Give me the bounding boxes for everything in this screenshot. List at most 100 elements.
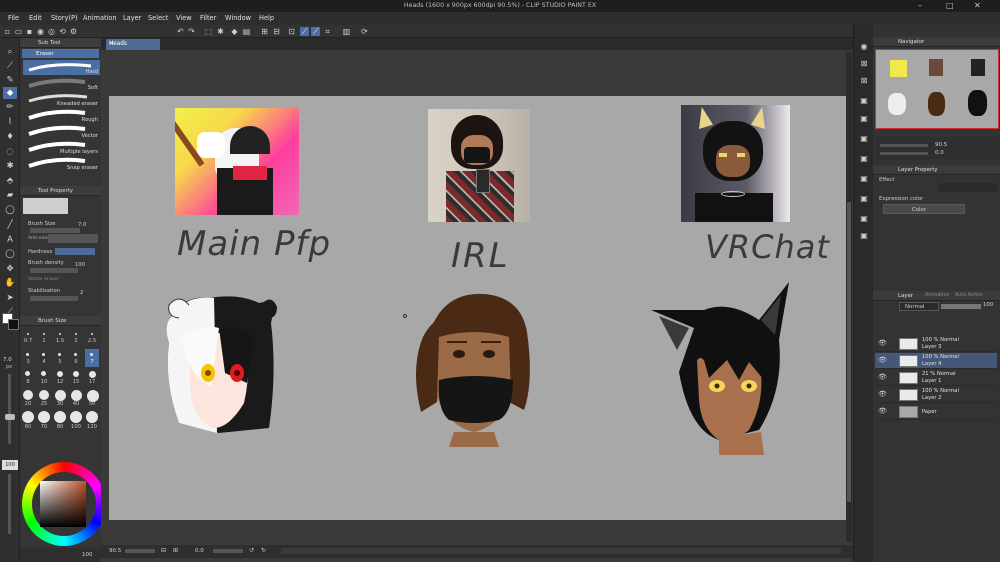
brush-size-option[interactable]: 4	[37, 359, 51, 365]
menu-edit[interactable]: Edit	[29, 14, 42, 22]
brush-size-option[interactable]: 1	[37, 338, 51, 344]
auto-action-tab[interactable]: Auto Action	[955, 293, 983, 298]
brush-tool-icon[interactable]: ⌇	[3, 116, 17, 128]
item-bank-icon[interactable]: ⊠	[858, 75, 870, 86]
brush-size-option[interactable]: 25	[37, 401, 51, 407]
rotate-right-icon[interactable]: ↻	[261, 547, 266, 554]
operation-tool-icon[interactable]: ➤	[3, 292, 17, 304]
visibility-eye-icon[interactable]: 👁	[878, 373, 887, 381]
fill-tool-icon[interactable]: ⬘	[3, 175, 17, 187]
menu-window[interactable]: Window	[225, 14, 251, 22]
brush-kneaded-eraser[interactable]: Kneaded eraser	[23, 92, 100, 107]
deselect-icon[interactable]: ✱	[216, 27, 225, 36]
material-icon-1[interactable]: ▣	[858, 133, 870, 144]
brush-size-option[interactable]: 15	[69, 379, 83, 385]
maximize-icon[interactable]: □	[946, 1, 954, 10]
material-icon-6[interactable]: ▣	[858, 230, 870, 241]
color-saturation-square[interactable]	[40, 481, 86, 527]
brush-size-option[interactable]: 60	[21, 424, 35, 430]
stabilization-bar[interactable]	[30, 296, 78, 301]
brush-size-option[interactable]: 2	[69, 338, 83, 344]
menu-select[interactable]: Select	[148, 14, 168, 22]
zoom-actual-icon[interactable]: ⊞	[173, 547, 178, 554]
menu-animation[interactable]: Animation	[83, 14, 117, 22]
sub-color-swatch[interactable]	[8, 319, 19, 330]
brush-size-bar[interactable]	[30, 228, 80, 233]
layer-row-paper[interactable]: 👁 Paper	[875, 404, 997, 420]
layer-row-selected[interactable]: 👁 100 % Normal Layer 4	[875, 353, 997, 369]
brush-size-slider-handle[interactable]	[5, 414, 15, 420]
snap-special-ruler-icon[interactable]: ⟋	[311, 27, 320, 36]
brush-size-option[interactable]: 20	[21, 401, 35, 407]
rotation-slider[interactable]	[213, 549, 243, 553]
brush-size-option[interactable]: 40	[69, 401, 83, 407]
zoom-slider[interactable]	[125, 549, 155, 553]
history-icon[interactable]: ▣	[858, 113, 870, 124]
redo-icon[interactable]: ↷	[187, 27, 196, 36]
tool-a-icon[interactable]: ⊡	[287, 27, 296, 36]
close-icon[interactable]: ✕	[974, 1, 981, 10]
brush-size-option[interactable]: 80	[53, 424, 67, 430]
menu-file[interactable]: File	[8, 14, 19, 22]
decoration-tool-icon[interactable]: ✱	[3, 160, 17, 172]
brush-size-option[interactable]: 120	[85, 424, 99, 430]
document-tab[interactable]: Heads ×	[106, 39, 160, 50]
rotate-left-icon[interactable]: ↺	[249, 547, 254, 554]
brush-snap-eraser[interactable]: Snap eraser	[23, 156, 100, 171]
brush-size-option[interactable]: 10	[37, 379, 51, 385]
blend-mode-select[interactable]: Normal	[899, 302, 939, 311]
zoom-tool-icon[interactable]: ⌕	[3, 46, 17, 58]
layer-row[interactable]: 👁 100 % Normal Layer 2	[875, 387, 997, 403]
brush-hard[interactable]: Hard	[23, 60, 100, 75]
material-icon-5[interactable]: ▣	[858, 213, 870, 224]
minimize-icon[interactable]: –	[918, 1, 922, 10]
navigator-angle-slider[interactable]	[880, 152, 928, 155]
brush-size-option[interactable]: 12	[53, 379, 67, 385]
brush-size-option[interactable]: 30	[53, 401, 67, 407]
fill-icon[interactable]: ◆	[230, 27, 239, 36]
menu-story[interactable]: Story(P)	[51, 14, 78, 22]
brush-size-option[interactable]: 0.7	[21, 338, 35, 344]
undo-icon[interactable]: ↶	[176, 27, 185, 36]
layer-search-icon[interactable]: ▣	[858, 95, 870, 106]
gradient-tool-icon[interactable]: ▰	[3, 189, 17, 201]
menu-view[interactable]: View	[176, 14, 192, 22]
open-icon[interactable]: ▭	[14, 27, 23, 36]
snap-ruler-icon[interactable]: ⟋	[300, 27, 309, 36]
sub-view-icon[interactable]: ⊠	[858, 58, 870, 69]
brush-size-option[interactable]: 100	[69, 424, 83, 430]
canvas-horizontal-scrollbar[interactable]	[281, 548, 841, 554]
pen-tool-icon[interactable]: ✎	[3, 74, 17, 86]
material-icon-2[interactable]: ▣	[858, 153, 870, 164]
transform-icon[interactable]: ⊞	[260, 27, 269, 36]
expression-color-select[interactable]: Color	[883, 204, 965, 214]
navigator-panel-icon[interactable]: ◉	[858, 41, 870, 52]
brush-size-option[interactable]: 3	[21, 359, 35, 365]
layer-opacity-slider[interactable]	[941, 304, 981, 309]
balloon-tool-icon[interactable]: ◯	[3, 248, 17, 260]
layer-row[interactable]: 👁 100 % Normal Layer 3	[875, 336, 997, 352]
eyedropper-tool-icon[interactable]: ⟋	[3, 60, 17, 72]
brush-size-option[interactable]: 6	[69, 359, 83, 365]
clip-studio-icon[interactable]: ◉	[36, 27, 45, 36]
hardness-bar[interactable]	[55, 248, 95, 255]
menu-layer[interactable]: Layer	[123, 14, 141, 22]
menu-filter[interactable]: Filter	[200, 14, 216, 22]
select-all-icon[interactable]: ⬚	[204, 27, 213, 36]
tab-close-icon[interactable]: ×	[109, 40, 157, 47]
airbrush-tool-icon[interactable]: ◌	[3, 146, 17, 158]
brush-size-option[interactable]: 5	[53, 359, 67, 365]
brush-size-option[interactable]: 7	[85, 359, 99, 365]
brush-multiple-layers[interactable]: Multiple layers	[23, 140, 100, 155]
brush-size-option[interactable]: 17	[85, 379, 99, 385]
assets-icon[interactable]: ◎	[47, 27, 56, 36]
text-tool-icon[interactable]: A	[3, 234, 17, 246]
brush-size-option[interactable]: 8	[21, 379, 35, 385]
navigator-zoom-slider[interactable]	[880, 144, 928, 147]
eraser-tool-icon[interactable]: ◆	[3, 87, 17, 99]
save-icon[interactable]: ▪	[25, 27, 34, 36]
anti-alias-selector[interactable]	[48, 234, 98, 243]
brush-rough[interactable]: Rough	[23, 108, 100, 123]
snap-grid-icon[interactable]: ⌗	[323, 27, 332, 36]
ruler-icon[interactable]: ▥	[342, 27, 351, 36]
